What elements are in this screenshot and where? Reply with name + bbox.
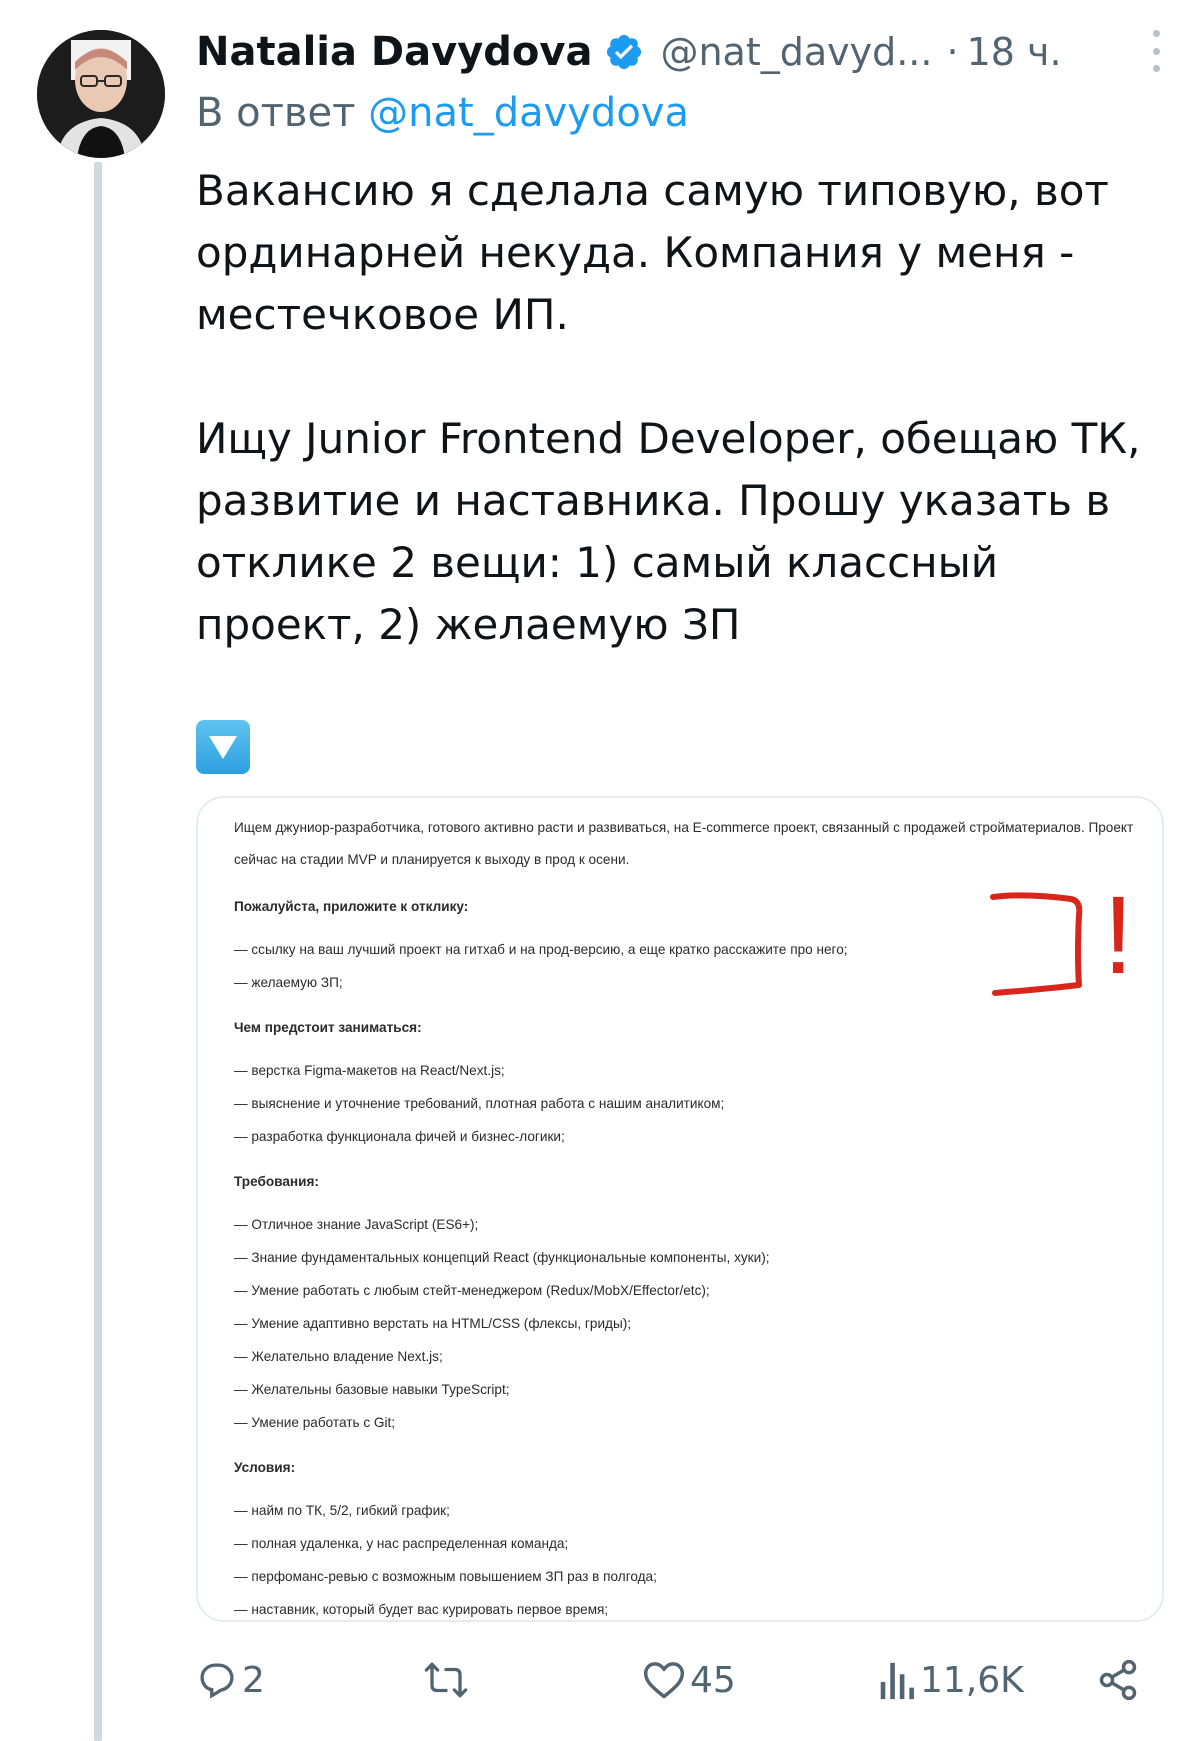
red-annotation-mark: ! <box>990 874 1134 997</box>
exclamation-mark: ! <box>1103 874 1134 997</box>
vacancy-heading: Требования: <box>234 1174 319 1189</box>
vacancy-item: — полная удаленка, у нас распределенная … <box>234 1536 569 1551</box>
author-name[interactable]: Natalia Davydova <box>196 29 592 75</box>
thread-line <box>94 162 102 1741</box>
share-icon <box>1099 1659 1137 1701</box>
vacancy-item: — разработка функционала фичей и бизнес-… <box>234 1129 565 1144</box>
vacancy-item: — наставник, который будет вас курироват… <box>234 1602 609 1617</box>
verified-badge-icon <box>607 34 642 70</box>
author-handle[interactable]: @nat_davyd... <box>660 30 932 74</box>
action-bar: 2 45 11,6K <box>196 1650 1156 1710</box>
vacancy-item: — Желательны базовые навыки TypeScript; <box>234 1382 510 1397</box>
vacancy-item: — Умение работать с Git; <box>234 1415 396 1430</box>
reply-count: 2 <box>242 1659 265 1701</box>
timestamp[interactable]: 18 ч. <box>967 30 1062 74</box>
like-button[interactable]: 45 <box>642 1650 736 1710</box>
down-arrow-emoji <box>196 720 250 774</box>
tweet-text: Вакансию я сделала самую типовую, вот ор… <box>196 160 1176 656</box>
reply-prefix: В ответ <box>196 90 356 136</box>
vacancy-item: — выяснение и уточнение требований, плот… <box>234 1096 725 1111</box>
avatar-photo <box>37 30 165 158</box>
tweet-header: Natalia Davydova @nat_davyd... · 18 ч. <box>196 22 1176 82</box>
reply-mention-link[interactable]: @nat_davydova <box>368 90 689 136</box>
vacancy-item: — Желательно владение Next.js; <box>234 1349 443 1364</box>
tweet: Natalia Davydova @nat_davyd... · 18 ч. В… <box>0 0 1200 1741</box>
vacancy-item: — Отличное знание JavaScript (ES6+); <box>234 1217 479 1232</box>
vacancy-heading: Условия: <box>234 1460 296 1475</box>
views-button[interactable]: 11,6K <box>876 1650 1024 1710</box>
vacancy-item: — Умение работать с любым стейт-менеджер… <box>234 1283 710 1298</box>
vacancy-item: — верстка Figma-макетов на React/Next.js… <box>234 1063 505 1078</box>
heart-icon <box>643 1662 685 1699</box>
vacancy-item: — Умение адаптивно верстать на HTML/CSS … <box>234 1316 632 1331</box>
avatar[interactable] <box>37 30 165 158</box>
repost-button[interactable] <box>422 1650 474 1710</box>
vacancy-item: — найм по ТК, 5/2, гибкий график; <box>234 1503 450 1518</box>
like-count: 45 <box>690 1659 736 1701</box>
more-options-icon[interactable] <box>1150 30 1162 72</box>
tweet-paragraph: Ищу Junior Frontend Developer, обещаю ТК… <box>196 414 1141 649</box>
views-icon <box>880 1662 914 1700</box>
reply-icon <box>200 1663 234 1699</box>
tweet-paragraph: Вакансию я сделала самую типовую, вот ор… <box>196 166 1109 339</box>
reply-button[interactable]: 2 <box>196 1650 265 1710</box>
reply-context: В ответ @nat_davydova <box>196 90 689 140</box>
vacancy-heading: Чем предстоит заниматься: <box>234 1020 422 1035</box>
vacancy-item: — Знание фундаментальных концепций React… <box>234 1250 770 1265</box>
separator-dot: · <box>946 30 959 74</box>
vacancy-item: — перфоманс-ревью с возможным повышением… <box>234 1569 657 1584</box>
share-button[interactable] <box>1096 1650 1140 1710</box>
views-count: 11,6K <box>920 1659 1024 1701</box>
repost-icon <box>424 1662 468 1698</box>
